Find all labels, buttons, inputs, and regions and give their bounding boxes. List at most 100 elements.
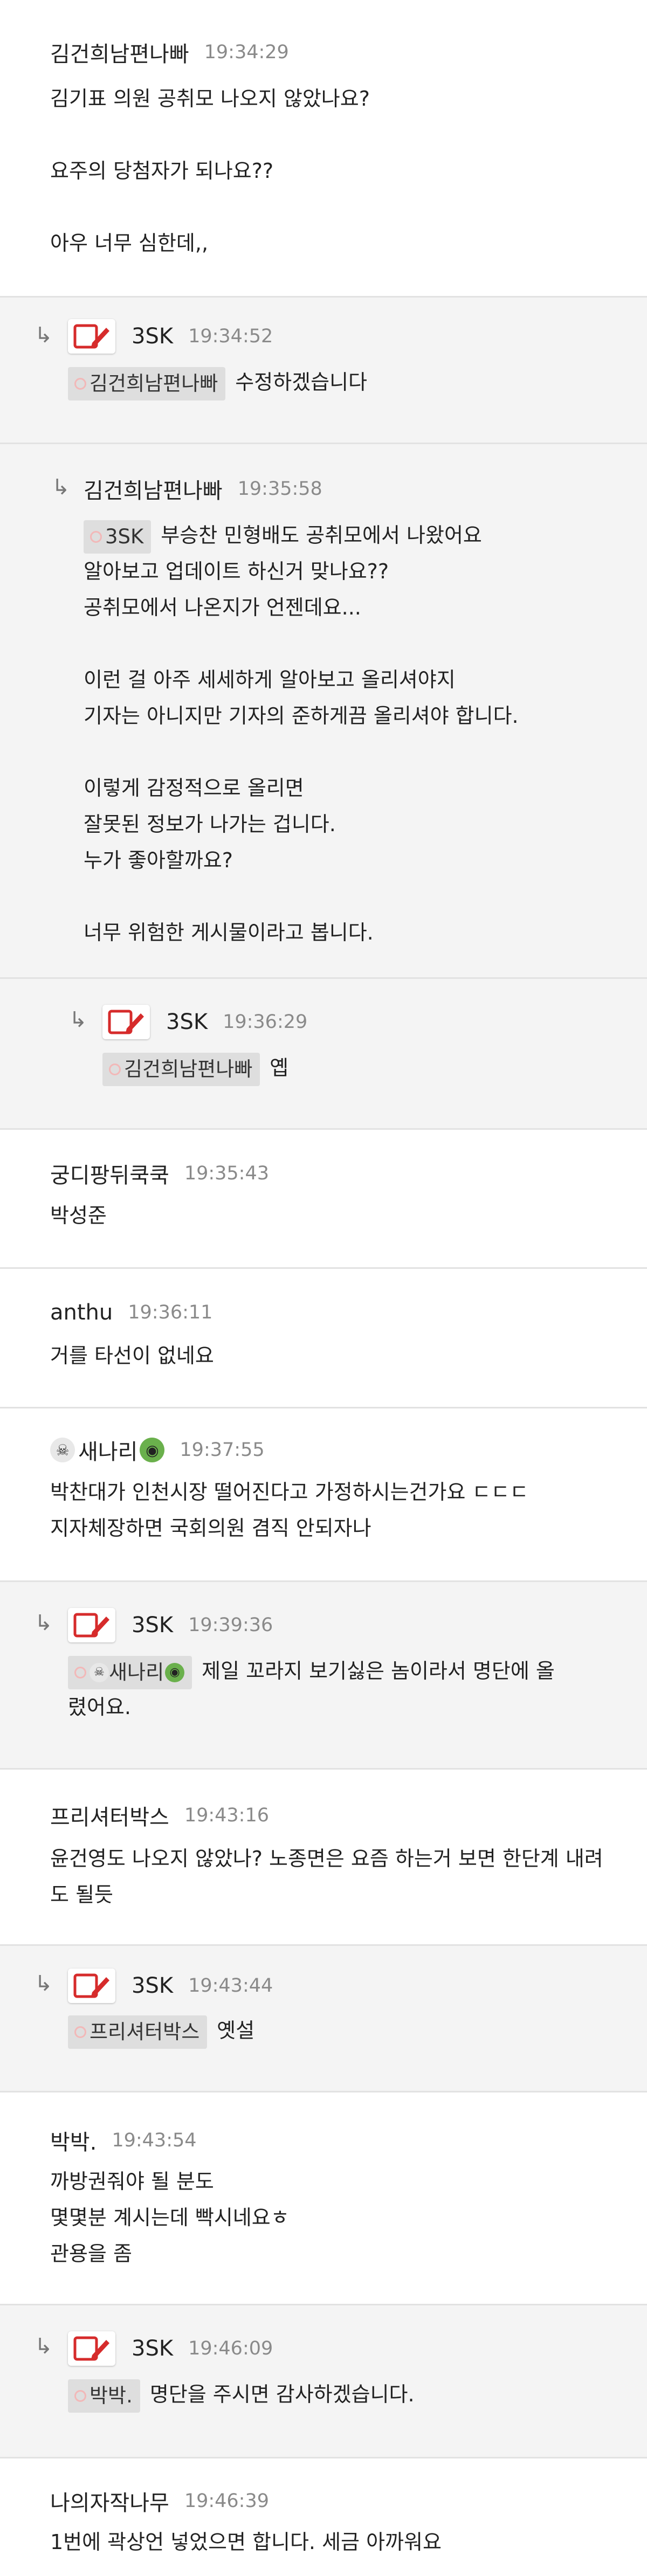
skull-emoji-icon: ☠: [50, 1438, 75, 1462]
body-line: 까방권줘야 될 분도: [50, 2170, 214, 2193]
author-nickname[interactable]: anthu: [50, 1300, 113, 1325]
comment-header: 김건희남편나빠 19:34:29: [50, 37, 647, 68]
body-line: 몇몇분 계시는데 빡시네요ㅎ: [50, 2206, 290, 2229]
author-nickname[interactable]: 3SK: [132, 2336, 173, 2361]
timestamp: 19:34:52: [188, 326, 273, 347]
comment: 궁디팡뒤쿡쿡 19:35:43 박성준: [0, 1130, 647, 1269]
mention-name: 박박.: [90, 2384, 133, 2407]
reply-arrow-icon: ↳: [35, 1971, 53, 1996]
comment-body: 박박. 명단을 주시면 감사하겠습니다.: [68, 2377, 647, 2413]
pen-badge-icon: [68, 1608, 115, 1642]
author-nickname[interactable]: 궁디팡뒤쿡쿡: [50, 1158, 169, 1189]
author-nickname[interactable]: 김건희남편나빠: [50, 37, 189, 68]
timestamp: 19:37:55: [180, 1439, 265, 1461]
comment-body: 김기표 의원 공취모 나오지 않았나요? 요주의 당첨자가 되나요?? 아우 너…: [50, 81, 647, 261]
comment-body: 김건희남편나빠 수정하겠습니다: [68, 364, 647, 400]
timestamp: 19:43:54: [112, 2130, 197, 2151]
mention-tag[interactable]: 프리셔터박스: [68, 2015, 208, 2049]
mention-tag[interactable]: 박박.: [68, 2379, 140, 2413]
comment-header: ☠ 새나리 ◉ 19:37:55: [50, 1434, 647, 1466]
timestamp: 19:43:44: [188, 1975, 273, 1997]
comment-body: 김건희남편나빠 옙: [102, 1050, 647, 1086]
author-nickname[interactable]: 박박.: [50, 2125, 97, 2156]
body-line: 공취모에서 나온지가 언젠데요...: [84, 596, 361, 619]
body-line: 박찬대가 인천시장 떨어진다고 가정하시는건가요 ㄷㄷㄷ: [50, 1480, 529, 1504]
body-line: 윤건영도 나오지 않았나? 노종면은 요즘 하는거 보면 한단계 내려: [50, 1847, 603, 1870]
alien-emoji-icon: ◉: [140, 1438, 165, 1462]
comment-header: 나의자작나무 19:46:39: [50, 2485, 647, 2517]
comment-thread: 김건희남편나빠 19:34:29 김기표 의원 공취모 나오지 않았나요? 요주…: [0, 0, 647, 2576]
skull-emoji-icon: ☠: [90, 1662, 109, 1682]
author-nickname[interactable]: 새나리: [78, 1434, 137, 1466]
author-nickname[interactable]: 3SK: [132, 1613, 173, 1638]
author-nickname[interactable]: 나의자작나무: [50, 2485, 169, 2517]
reply-text: 제일 꼬라지 보기싫은 놈이라서 명단에 올: [202, 1659, 555, 1683]
reply-arrow-icon: ↳: [35, 2334, 53, 2359]
comment-body: 박찬대가 인천시장 떨어진다고 가정하시는건가요 ㄷㄷㄷ 지자체장하면 국회의원…: [50, 1474, 647, 1546]
body-line: 이런 걸 아주 세세하게 알아보고 올리셔야지: [84, 668, 456, 692]
reply-text: 명단을 주시면 감사하겠습니다.: [149, 2382, 415, 2406]
timestamp: 19:34:29: [204, 42, 289, 63]
mention-name: 김건희남편나빠: [90, 371, 218, 395]
body-line: 알아보고 업데이트 하신거 맞나요??: [84, 560, 389, 583]
timestamp: 19:36:11: [128, 1302, 213, 1323]
reply-text: 수정하겠습니다: [235, 370, 368, 394]
reply-comment: ↳ 3SK 19:43:44 프리셔터박스 옛설: [0, 1946, 647, 2092]
body-line: [50, 189, 647, 225]
mention-name: 새나리: [109, 1660, 164, 1684]
comment-header: 3SK 19:36:29: [102, 1005, 647, 1039]
mention-dot-icon: [74, 377, 86, 390]
body-line: 아우 너무 심한데,,: [50, 231, 209, 255]
comment: anthu 19:36:11 거를 타선이 없네요: [0, 1269, 647, 1408]
body-line: 거를 타선이 없네요: [50, 1344, 214, 1368]
comment: 프리셔터박스 19:43:16 윤건영도 나오지 않았나? 노종면은 요즘 하는…: [0, 1770, 647, 1946]
body-line: [84, 626, 647, 662]
body-line: ☠ 새나리 ◉ 제일 꼬라지 보기싫은 놈이라서 명단에 올: [68, 1653, 647, 1689]
timestamp: 19:46:39: [184, 2490, 270, 2512]
timestamp: 19:35:43: [184, 1163, 270, 1184]
reply-arrow-icon: ↳: [69, 1007, 87, 1032]
mention-tag[interactable]: ☠ 새나리 ◉: [68, 1655, 192, 1689]
comment-header: 3SK 19:46:09: [68, 2331, 647, 2366]
comment-body: 박성준: [50, 1198, 647, 1234]
mention-tag[interactable]: 김건희남편나빠: [68, 367, 226, 400]
timestamp: 19:43:16: [184, 1805, 270, 1826]
comment-body: ☠ 새나리 ◉ 제일 꼬라지 보기싫은 놈이라서 명단에 올 렸어요.: [68, 1653, 647, 1725]
pen-badge-icon: [68, 1969, 115, 2003]
mention-name: 김건희남편나빠: [124, 1057, 253, 1081]
body-line: [50, 117, 647, 153]
body-line: 누가 좋아할까요?: [84, 848, 233, 872]
comment-body: 프리셔터박스 옛설: [68, 2013, 647, 2049]
comment: 김건희남편나빠 19:34:29 김기표 의원 공취모 나오지 않았나요? 요주…: [0, 0, 647, 298]
body-line: 기자는 아니지만 기자의 준하게끔 올리셔야 합니다.: [84, 704, 519, 728]
reply-comment: ↳ 김건희남편나빠 19:35:58 3SK 부승찬 민형배도 공취모에서 나왔어…: [0, 444, 647, 979]
body-line: [84, 879, 647, 915]
comment-header: 김건희남편나빠 19:35:58: [84, 473, 647, 505]
reply-arrow-icon: ↳: [35, 323, 53, 348]
mention-dot-icon: [74, 1666, 86, 1679]
mention-tag[interactable]: 김건희남편나빠: [102, 1052, 260, 1086]
pen-badge-icon: [102, 1005, 150, 1039]
reply-arrow-icon: ↳: [52, 475, 70, 500]
body-line: 1번에 곽상언 넣었으면 합니다. 세금 아까워요: [50, 2530, 442, 2554]
body-line: 3SK 부승찬 민형배도 공취모에서 나왔어요: [84, 517, 647, 554]
mention-name: 3SK: [105, 524, 144, 548]
author-nickname[interactable]: 김건희남편나빠: [84, 473, 223, 505]
comment-header: 3SK 19:43:44: [68, 1969, 647, 2003]
body-line: 김기표 의원 공취모 나오지 않았나요?: [50, 87, 370, 111]
body-line: 이렇게 감정적으로 올리면: [84, 776, 304, 800]
author-nickname[interactable]: 3SK: [166, 1010, 208, 1034]
reply-comment: ↳ 3SK 19:34:52 김건희남편나빠 수정하겠습니다: [0, 298, 647, 444]
reply-comment: ↳ 3SK 19:36:29 김건희남편나빠 옙: [0, 979, 647, 1130]
timestamp: 19:35:58: [237, 478, 322, 500]
author-nickname[interactable]: 3SK: [132, 324, 173, 349]
mention-dot-icon: [90, 530, 102, 543]
reply-text: 옛설: [217, 2019, 255, 2042]
mention-tag[interactable]: 3SK: [84, 520, 152, 554]
comment-header: 프리셔터박스 19:43:16: [50, 1800, 647, 1831]
author-nickname[interactable]: 3SK: [132, 1973, 173, 1998]
author-nickname[interactable]: 프리셔터박스: [50, 1800, 169, 1831]
comment-header: 3SK 19:34:52: [68, 319, 647, 354]
body-line-text: 부승찬 민형배도 공취모에서 나왔어요: [161, 523, 482, 547]
comment-header: 3SK 19:39:36: [68, 1608, 647, 1642]
